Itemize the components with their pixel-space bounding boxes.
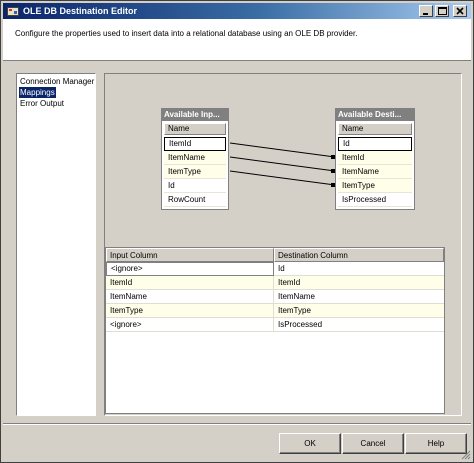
- header-description: Configure the properties used to insert …: [15, 29, 358, 38]
- minimize-button[interactable]: [419, 5, 433, 17]
- grid-cell-input[interactable]: ItemType: [106, 304, 274, 318]
- nav-item-connection-manager[interactable]: Connection Manager: [19, 76, 95, 87]
- grid-cell-destination: ItemId: [274, 276, 444, 290]
- grid-cell-input[interactable]: <ignore>: [106, 318, 274, 332]
- mapping-lines: [229, 142, 336, 187]
- grid-cell-input[interactable]: ItemName: [106, 290, 274, 304]
- grid-cell-destination: IsProcessed: [274, 318, 444, 332]
- mapping-line: [229, 170, 336, 186]
- nav-list[interactable]: Connection Manager Mappings Error Output: [16, 73, 96, 416]
- cancel-button[interactable]: Cancel: [342, 433, 404, 454]
- grid-header-input-column[interactable]: Input Column: [106, 248, 274, 262]
- nav-item-mappings[interactable]: Mappings: [19, 87, 56, 98]
- title-bar[interactable]: OLE DB Destination Editor: [3, 3, 471, 19]
- grid-cell-input[interactable]: <ignore>: [106, 262, 274, 276]
- resize-grip-icon[interactable]: [461, 450, 471, 460]
- grid-row[interactable]: ItemId ItemId: [106, 276, 444, 290]
- grid-row[interactable]: ItemName ItemName: [106, 290, 444, 304]
- dialog-window: OLE DB Destination Editor Configure the …: [0, 0, 474, 463]
- mappings-panel: Available Inp... Name ItemId ItemName It…: [104, 73, 462, 416]
- grid-cell-input[interactable]: ItemId: [106, 276, 274, 290]
- help-button[interactable]: Help: [405, 433, 467, 454]
- maximize-icon: [437, 7, 447, 15]
- maximize-button[interactable]: [435, 5, 449, 17]
- minimize-icon: [423, 13, 428, 15]
- mappings-grid[interactable]: Input Column Destination Column <ignore>…: [105, 247, 445, 414]
- mapping-line: [229, 142, 336, 158]
- mapping-line: [229, 156, 336, 172]
- app-icon: [7, 5, 19, 17]
- window-title: OLE DB Destination Editor: [23, 6, 138, 16]
- footer-separator: [3, 423, 471, 425]
- ok-button[interactable]: OK: [279, 433, 341, 454]
- grid-row[interactable]: <ignore> Id: [106, 262, 444, 276]
- header-panel: Configure the properties used to insert …: [3, 19, 471, 61]
- nav-item-error-output[interactable]: Error Output: [19, 98, 65, 109]
- mapping-line-end: [331, 155, 335, 159]
- grid-cell-destination: Id: [274, 262, 444, 276]
- mapping-line-end: [331, 169, 335, 173]
- close-icon: [456, 7, 464, 15]
- close-button[interactable]: [453, 5, 467, 17]
- mapping-line-end: [331, 183, 335, 187]
- grid-row[interactable]: ItemType ItemType: [106, 304, 444, 318]
- grid-row[interactable]: <ignore> IsProcessed: [106, 318, 444, 332]
- mapping-diagram[interactable]: Available Inp... Name ItemId ItemName It…: [105, 74, 461, 243]
- grid-cell-destination: ItemName: [274, 290, 444, 304]
- grid-header-destination-column[interactable]: Destination Column: [274, 248, 444, 262]
- grid-cell-destination: ItemType: [274, 304, 444, 318]
